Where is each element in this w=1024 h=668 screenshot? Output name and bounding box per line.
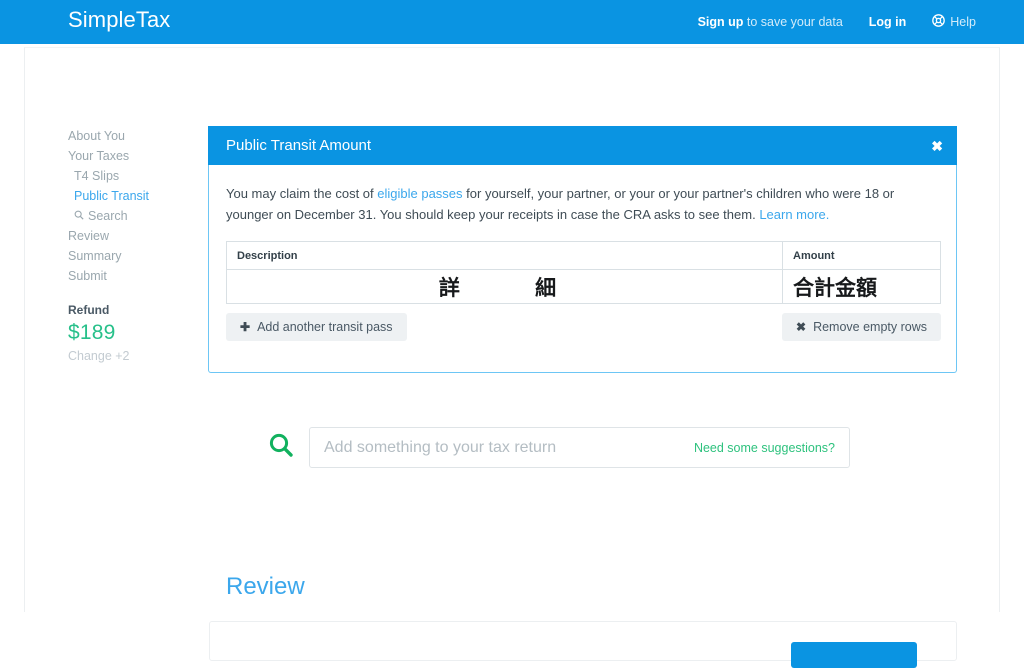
help-label: Help [950, 15, 976, 29]
remove-empty-rows-label: Remove empty rows [813, 320, 927, 334]
nav-links-group: Sign up to save your data Log in Help [698, 0, 976, 44]
sidebar-item-search-label: Search [88, 209, 128, 223]
review-card [209, 621, 957, 668]
brand-logo[interactable]: SimpleTax [68, 7, 170, 33]
add-transit-pass-label: Add another transit pass [257, 320, 393, 334]
transit-pass-table: Description Amount 詳 細 合計金額 [226, 241, 941, 304]
learn-more-link[interactable]: Learn more. [759, 207, 829, 222]
sidebar-item-your-taxes[interactable]: Your Taxes [68, 146, 198, 166]
modal-action-row: ✚ Add another transit pass ✖ Remove empt… [226, 313, 941, 341]
description-before: You may claim the cost of [226, 186, 378, 201]
sidebar-item-search[interactable]: Search [68, 206, 198, 226]
sidebar-navigation: About You Your Taxes T4 Slips Public Tra… [68, 126, 198, 286]
column-header-description: Description [226, 241, 783, 270]
add-transit-pass-button[interactable]: ✚ Add another transit pass [226, 313, 407, 341]
modal-title: Public Transit Amount [226, 137, 372, 154]
signup-link[interactable]: Sign up to save your data [698, 15, 843, 29]
amount-input-value[interactable]: 合計金額 [783, 270, 940, 303]
cell-description[interactable]: 詳 細 [226, 269, 783, 304]
sidebar-item-review[interactable]: Review [68, 226, 198, 246]
description-input-value[interactable]: 詳 細 [227, 270, 782, 303]
sidebar-item-t4-slips[interactable]: T4 Slips [68, 166, 198, 186]
modal-body: You may claim the cost of eligible passe… [209, 165, 956, 341]
table-body: 詳 細 合計金額 [226, 269, 941, 304]
eligible-passes-link[interactable]: eligible passes [377, 186, 462, 201]
page-body: About You Your Taxes T4 Slips Public Tra… [0, 44, 1024, 668]
table-header-row: Description Amount [226, 241, 941, 270]
sidebar-item-about-you[interactable]: About You [68, 126, 198, 146]
search-box[interactable]: Need some suggestions? [309, 427, 850, 468]
sidebar-item-submit[interactable]: Submit [68, 266, 198, 286]
column-header-amount: Amount [782, 241, 941, 270]
search-icon [74, 206, 84, 226]
suggestions-link[interactable]: Need some suggestions? [694, 441, 835, 455]
top-navigation-bar: SimpleTax Sign up to save your data Log … [0, 0, 1024, 44]
remove-empty-rows-button[interactable]: ✖ Remove empty rows [782, 313, 941, 341]
close-icon[interactable]: ✖ [931, 139, 943, 153]
cell-amount[interactable]: 合計金額 [782, 269, 941, 304]
plus-icon: ✚ [240, 320, 251, 334]
sidebar-item-summary[interactable]: Summary [68, 246, 198, 266]
cross-icon: ✖ [796, 320, 807, 334]
lifebuoy-icon [932, 14, 946, 30]
refund-label: Refund [68, 303, 110, 317]
signup-label: Sign up [697, 15, 744, 29]
review-primary-button[interactable] [791, 642, 917, 668]
refund-summary: Refund $189 Change +2 [68, 302, 198, 365]
global-search-area: Need some suggestions? [268, 427, 850, 468]
refund-change: Change +2 [68, 349, 130, 363]
signup-suffix: to save your data [743, 15, 843, 29]
login-link[interactable]: Log in [869, 15, 907, 29]
refund-amount: $189 [68, 321, 116, 344]
sidebar-item-public-transit[interactable]: Public Transit [68, 186, 198, 206]
search-icon[interactable] [268, 432, 294, 463]
table-head: Description Amount [226, 241, 941, 270]
review-section-title: Review [226, 573, 305, 600]
modal-description: You may claim the cost of eligible passe… [226, 183, 939, 225]
modal-header: Public Transit Amount ✖ [208, 126, 957, 165]
search-input[interactable] [310, 428, 690, 467]
public-transit-modal: Public Transit Amount ✖ You may claim th… [208, 126, 957, 373]
table-row: 詳 細 合計金額 [226, 269, 941, 304]
help-link[interactable]: Help [932, 14, 976, 30]
